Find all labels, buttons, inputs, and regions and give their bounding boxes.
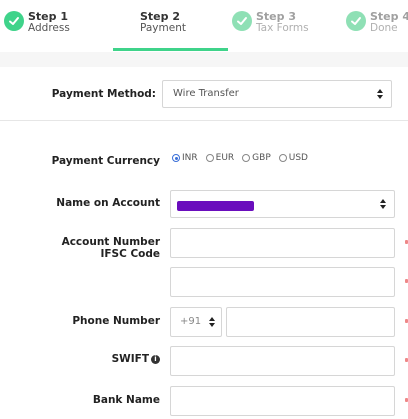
swift-label: SWIFT [111,353,149,365]
phone-number-label: Phone Number [72,315,160,327]
account-number-input[interactable] [170,228,395,258]
payment-method-select[interactable]: Wire Transfer [162,80,392,108]
radio-icon[interactable] [242,154,251,162]
currency-option-label: USD [288,153,308,163]
bank-name-input[interactable] [170,386,395,416]
stepper: Step 1 Address Step 2 Payment Step 3 Tax… [0,0,408,52]
radio-checked-icon[interactable] [172,154,180,162]
payment-currency-radio-group: INR EUR GBP USD [172,153,308,163]
swift-input[interactable] [170,346,395,376]
currency-option-label: GBP [252,153,271,163]
payment-method-label: Payment Method: [51,88,156,100]
payment-currency-label: Payment Currency [51,155,160,167]
step-subtitle: Done [370,22,398,34]
phone-number-input[interactable] [226,307,395,337]
radio-icon[interactable] [278,154,287,162]
step-subtitle: Tax Forms [256,22,309,34]
step-subtitle: Address [28,22,70,34]
currency-option-inr[interactable]: INR [172,153,198,163]
ifsc-code-label-wrap: IFSC Code [100,248,160,260]
country-code-value: +91 [180,316,202,327]
select-arrows-icon [380,199,386,209]
info-icon[interactable]: i [151,354,160,364]
swift-label-wrap: SWIFT i [112,353,160,365]
select-arrows-icon [209,317,215,327]
currency-option-label: EUR [215,153,235,163]
radio-icon[interactable] [205,154,214,162]
payment-method-value: Wire Transfer [173,88,239,99]
step-subtitle: Payment [140,22,186,34]
ifsc-code-input[interactable] [170,267,395,297]
name-on-account-label: Name on Account [56,197,160,209]
currency-option-label: INR [182,153,198,163]
check-icon [4,11,24,31]
active-step-indicator [113,48,228,51]
check-icon [232,11,252,31]
divider [0,120,408,121]
ifsc-code-label: IFSC Code [100,248,160,260]
currency-option-gbp[interactable]: GBP [242,153,271,163]
select-arrows-icon [377,89,383,99]
account-number-label: Account Number [61,236,160,248]
country-code-select[interactable]: +91 [170,307,222,337]
check-icon [346,11,366,31]
redacted-name [177,201,254,211]
currency-option-usd[interactable]: USD [278,153,308,163]
section-separator [0,52,408,67]
currency-option-eur[interactable]: EUR [205,153,235,163]
bank-name-label: Bank Name [92,394,160,406]
